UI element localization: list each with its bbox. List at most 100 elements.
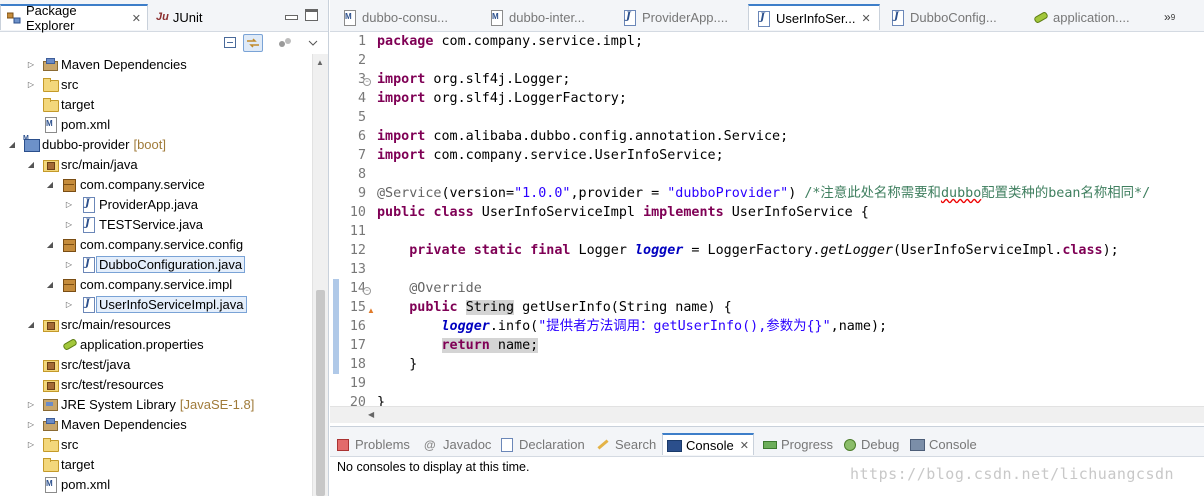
tree-item[interactable]: application.properties	[0, 334, 311, 354]
console-icon	[910, 438, 925, 451]
tree-item[interactable]: ▷ TESTService.java	[0, 214, 311, 234]
tree-item-label: Maven Dependencies	[61, 56, 187, 72]
expanded-chevron-icon[interactable]: ◢	[26, 159, 36, 169]
collapsed-chevron-icon[interactable]: ▷	[64, 219, 74, 229]
editor-tab-dubbo-interface-pom[interactable]: dubbo-inter...	[482, 4, 612, 30]
tree-item[interactable]: target	[0, 454, 311, 474]
line-number: 10	[349, 205, 366, 220]
tab-label: Console	[929, 436, 977, 452]
tab-console-2[interactable]: Console	[910, 433, 977, 455]
expanded-chevron-icon[interactable]: ◢	[26, 319, 36, 329]
tree-item[interactable]: ▷ JRE System Library [JavaSE-1.8]	[0, 394, 311, 414]
tree-item-decoration: [JavaSE-1.8]	[179, 396, 255, 412]
tab-javadoc[interactable]: @ Javadoc	[424, 433, 491, 455]
link-with-editor-icon[interactable]	[243, 34, 263, 52]
collapsed-chevron-icon[interactable]: ▷	[64, 199, 74, 209]
expanded-chevron-icon[interactable]: ◢	[7, 139, 17, 149]
fold-toggle-icon[interactable]: −	[363, 287, 371, 295]
expanded-chevron-icon[interactable]: ◢	[45, 179, 55, 189]
editor-tab-providerapp[interactable]: ProviderApp....	[615, 4, 743, 30]
scrollbar-thumb[interactable]	[316, 290, 325, 496]
tab-overflow-chevron-icon[interactable]: » 9	[1158, 4, 1178, 30]
line-number: 4	[357, 91, 366, 106]
line-number: 3	[357, 72, 366, 87]
package-explorer-icon	[6, 12, 21, 24]
tree-item[interactable]: src/test/resources	[0, 374, 311, 394]
code-editor[interactable]: 1 2 3 4 5 6 7 8 9 10 11 12 13 14 15 16 17 18 19 20 − − ▲ pa…	[330, 32, 1204, 406]
tree-item[interactable]: ▷ ProviderApp.java	[0, 194, 311, 214]
java-file-icon	[80, 297, 96, 313]
code-line-16: logger.info("提供者方法调用：getUserInfo(),参数为{}…	[441, 319, 888, 334]
tab-declaration[interactable]: Declaration	[500, 433, 585, 455]
maven-file-icon	[488, 10, 504, 26]
collapsed-chevron-icon[interactable]: ▷	[64, 299, 74, 309]
editor-tab-application-properties[interactable]: application....	[1026, 4, 1156, 30]
code-line-4: import org.slf4j.LoggerFactory;	[377, 91, 627, 106]
tree-item[interactable]: ▷ src	[0, 434, 311, 454]
source-folder-icon	[42, 357, 59, 372]
tab-junit[interactable]: Ju JUnit	[150, 4, 230, 30]
collapse-all-icon[interactable]	[221, 34, 241, 52]
expanded-chevron-icon[interactable]: ◢	[45, 279, 55, 289]
editor-tab-dubboconfiguration[interactable]: DubboConfig...	[883, 4, 1020, 30]
tree-item-label: com.company.service.config	[80, 236, 244, 252]
tab-debug[interactable]: Debug	[842, 433, 899, 455]
properties-file-icon	[1032, 10, 1048, 24]
package-explorer-toolbar	[0, 32, 328, 54]
tree-item[interactable]: ◢ com.company.service.impl	[0, 274, 311, 294]
tree-item[interactable]: ▷ src	[0, 74, 311, 94]
close-icon[interactable]: ✕	[132, 12, 141, 25]
collapsed-chevron-icon[interactable]: ▷	[26, 439, 36, 449]
tree-item[interactable]: ▷ Maven Dependencies	[0, 54, 311, 74]
java-file-icon	[80, 217, 96, 233]
tab-package-explorer[interactable]: Package Explorer ✕	[0, 3, 148, 33]
tree-item[interactable]: ◢ com.company.service	[0, 174, 311, 194]
tree-item[interactable]: ▷ Maven Dependencies	[0, 414, 311, 434]
editor-tab-dubbo-consumer-pom[interactable]: dubbo-consu...	[335, 4, 480, 30]
fold-toggle-icon[interactable]: −	[363, 78, 371, 86]
close-icon[interactable]: ✕	[740, 439, 749, 452]
scroll-left-arrow-icon[interactable]: ◀	[368, 410, 374, 419]
scroll-up-arrow-icon[interactable]: ▲	[316, 58, 324, 67]
view-menu-chevron-icon[interactable]	[303, 34, 323, 52]
vertical-scrollbar[interactable]: ▲	[312, 54, 328, 496]
tree-item[interactable]: ◢ src/main/java	[0, 154, 311, 174]
tree-item[interactable]: pom.xml	[0, 474, 311, 494]
focus-on-active-task-icon[interactable]	[275, 34, 295, 52]
declaration-icon	[500, 438, 514, 452]
tree-item[interactable]: src/test/java	[0, 354, 311, 374]
override-marker-icon: ▲	[367, 305, 375, 315]
maximize-icon[interactable]	[305, 9, 318, 21]
code-line-18: }	[409, 357, 418, 372]
tab-progress[interactable]: Progress	[762, 433, 833, 455]
minimize-icon[interactable]	[284, 9, 298, 21]
collapsed-chevron-icon[interactable]: ▷	[26, 399, 36, 409]
expanded-chevron-icon[interactable]: ◢	[45, 239, 55, 249]
editor-tab-userinfoserviceimpl[interactable]: UserInfoSer... ✕	[748, 4, 880, 30]
tab-search[interactable]: Search	[596, 433, 656, 455]
horizontal-scrollbar[interactable]: ◀	[330, 406, 1204, 423]
tree-item[interactable]: ▷ UserInfoServiceImpl.java	[0, 294, 311, 314]
folder-icon	[42, 77, 59, 92]
line-number: 14	[349, 281, 366, 296]
tree-item[interactable]: ◢ dubbo-provider[boot]	[0, 134, 311, 154]
tree-item[interactable]: ◢ src/main/resources	[0, 314, 311, 334]
tree-item-decoration: [boot]	[133, 136, 166, 152]
collapsed-chevron-icon[interactable]: ▷	[26, 59, 36, 69]
tree-item[interactable]: ◢ com.company.service.config	[0, 234, 311, 254]
tree-item[interactable]: ▷ DubboConfiguration.java	[0, 254, 311, 274]
tree-item-label: ProviderApp.java	[99, 196, 198, 212]
tab-console[interactable]: Console ✕	[662, 433, 754, 455]
source-folder-icon	[42, 157, 59, 172]
tree-item[interactable]: target	[0, 94, 311, 114]
tab-problems[interactable]: Problems	[336, 433, 410, 455]
collapsed-chevron-icon[interactable]: ▷	[26, 419, 36, 429]
source-code[interactable]: package com.company.service.impl; import…	[377, 32, 1204, 406]
tree-item[interactable]: pom.xml	[0, 114, 311, 134]
collapsed-chevron-icon[interactable]: ▷	[64, 259, 74, 269]
collapsed-chevron-icon[interactable]: ▷	[26, 79, 36, 89]
close-icon[interactable]: ✕	[861, 12, 870, 25]
package-icon	[61, 237, 77, 252]
